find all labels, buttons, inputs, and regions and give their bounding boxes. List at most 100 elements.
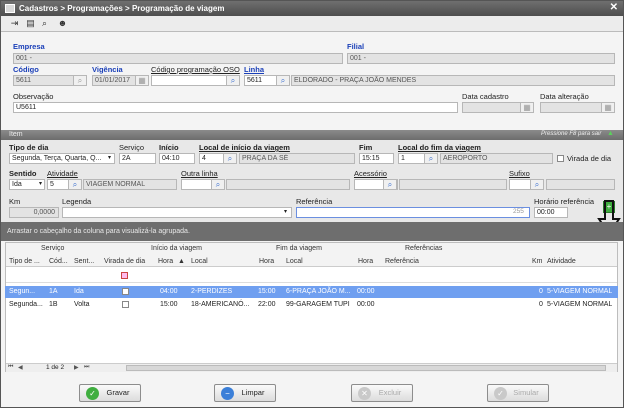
col-codigo[interactable]: Cód... (49, 258, 68, 265)
atividade-label: Atividade (47, 169, 78, 178)
virada-checkbox[interactable] (557, 155, 564, 162)
fim-field[interactable]: 15:15 (359, 153, 394, 164)
sentido-label: Sentido (9, 169, 37, 178)
calendar-icon[interactable]: ▦ (135, 75, 149, 86)
limpar-button[interactable]: − Limpar (214, 384, 276, 402)
local-fim-search-icon[interactable]: ⌕ (424, 153, 438, 164)
col-tipo[interactable]: Tipo de ... (9, 258, 40, 265)
km-field[interactable]: 0,0000 (9, 207, 59, 218)
band-referencias: Referências (405, 245, 443, 252)
linha-search-icon[interactable]: ⌕ (276, 75, 290, 86)
cell-km: 0 (539, 288, 543, 295)
band-fim: Fim da viagem (276, 245, 322, 252)
horario-ref-field[interactable]: 00:00 (534, 207, 568, 218)
col-km[interactable]: Km (532, 258, 543, 265)
check-icon: ✓ (86, 387, 99, 400)
col-sentido[interactable]: Sent... (74, 258, 94, 265)
virada-row-checkbox[interactable] (122, 288, 129, 295)
col-fim-local[interactable]: Local (286, 258, 303, 265)
group-by-panel[interactable]: Arrastar o cabeçalho da coluna para visu… (1, 222, 623, 241)
referencia-field[interactable] (296, 207, 530, 218)
minus-icon: − (221, 387, 234, 400)
title-bar: Cadastros > Programações > Programação d… (1, 1, 623, 16)
local-inicio-label: Local de início da viagem (199, 143, 290, 152)
col-inicio-local[interactable]: Local (191, 258, 208, 265)
horizontal-scrollbar[interactable] (126, 365, 606, 371)
gravar-button[interactable]: ✓ Gravar (79, 384, 141, 402)
legenda-select[interactable] (62, 207, 292, 218)
legenda-label: Legenda (62, 197, 92, 206)
servico-label: Serviço (119, 143, 145, 152)
sufixo-label: Sufixo (509, 169, 530, 178)
prev-page-icon[interactable]: ◀ (18, 364, 23, 371)
program-window: Cadastros > Programações > Programação d… (0, 0, 624, 408)
check-icon: ✓ (494, 387, 507, 400)
data-alt-label: Data alteração (540, 92, 589, 101)
excluir-button[interactable]: ✕ Excluir (351, 384, 413, 402)
col-referencia[interactable]: Referência (385, 258, 419, 265)
local-inicio-search-icon[interactable]: ⌕ (223, 153, 237, 164)
outra-linha-desc (226, 179, 350, 190)
pager-text: 1 de 2 (46, 364, 65, 371)
cell-tipo: Segunda... (9, 301, 43, 308)
cell-inicio-hora: 04:00 (160, 288, 178, 295)
item-bar-hint: Pressione F8 para sair (541, 131, 602, 137)
group-by-hint: Arrastar o cabeçalho da coluna para visu… (7, 228, 190, 235)
chevron-down-icon[interactable]: ▾ (108, 154, 111, 161)
inicio-field[interactable]: 04:10 (159, 153, 195, 164)
outra-linha-label: Outra linha (181, 169, 218, 178)
user-icon[interactable]: ☻ (57, 18, 68, 29)
delete-icon: ✕ (358, 387, 371, 400)
chevron-down-icon[interactable]: ▾ (39, 180, 42, 187)
band-inicio: Início da viagem (151, 245, 202, 252)
tipo-dia-label: Tipo de dia (9, 143, 49, 152)
col-atividade[interactable]: Atividade (547, 258, 576, 265)
linha-label: Linha (244, 65, 264, 74)
outra-linha-search-icon[interactable]: ⌕ (211, 179, 225, 190)
cell-inicio-local: 2-PERDIZES (191, 288, 233, 295)
filter-row[interactable] (6, 269, 617, 283)
cell-ref-hora: 00:00 (357, 288, 375, 295)
empresa-field[interactable]: 001 - (13, 53, 343, 64)
col-inicio-hora[interactable]: Hora (158, 258, 173, 265)
window-title: Cadastros > Programações > Programação d… (19, 4, 225, 13)
col-fim-hora[interactable]: Hora (259, 258, 274, 265)
exit-icon[interactable]: ⇥ (9, 18, 20, 29)
table-row[interactable]: Segunda... 1B Volta 15:00 18-AMERICANÓ..… (5, 299, 618, 311)
cell-ref-hora: 00:00 (357, 301, 375, 308)
next-page-icon[interactable]: ▶ (74, 364, 79, 371)
last-page-icon[interactable]: ⏭ (84, 364, 89, 371)
close-icon[interactable]: ✕ (610, 2, 618, 13)
cell-fim-hora: 15:00 (258, 288, 276, 295)
chevron-down-icon[interactable]: ▾ (284, 208, 287, 215)
cell-codigo: 1A (49, 288, 58, 295)
codigo-search-icon[interactable]: ⌕ (73, 75, 87, 86)
servico-field[interactable]: 2A (119, 153, 156, 164)
filial-field[interactable]: 001 - (347, 53, 615, 64)
cell-fim-local: 6-PRAÇA JOÃO M... (286, 288, 351, 295)
horario-ref-label: Horário referência (534, 197, 595, 206)
search-icon[interactable]: ⌕ (39, 18, 50, 29)
acessorio-label: Acessório (354, 169, 387, 178)
list-icon[interactable]: ▤ (25, 18, 36, 29)
first-page-icon[interactable]: ⏮ (8, 364, 13, 371)
atividade-search-icon[interactable]: ⌕ (68, 179, 82, 190)
cell-km: 0 (539, 301, 543, 308)
col-virada[interactable]: Virada de dia (104, 258, 145, 265)
codigo-label: Código (13, 65, 39, 74)
sufixo-desc (546, 179, 615, 190)
virada-row-checkbox[interactable] (122, 301, 129, 308)
col-ref-hora[interactable]: Hora (358, 258, 373, 265)
obs-field[interactable]: U5611 (13, 102, 458, 113)
sufixo-search-icon[interactable]: ⌕ (530, 179, 544, 190)
cell-atividade: 5-VIAGEM NORMAL (547, 288, 613, 295)
acessorio-search-icon[interactable]: ⌕ (383, 179, 397, 190)
empresa-label: Empresa (13, 42, 45, 51)
codosg-search-icon[interactable]: ⌕ (226, 75, 240, 86)
simular-button[interactable]: ✓ Simular (487, 384, 549, 402)
arrow-up-icon[interactable]: ▲ (607, 130, 614, 137)
table-row[interactable]: Segun... 1A Ida 04:00 2-PERDIZES 15:00 6… (5, 286, 618, 298)
virada-label: Virada de dia (567, 154, 612, 163)
filter-checkbox-icon[interactable] (121, 272, 128, 279)
tipo-dia-select[interactable]: Segunda, Terça, Quarta, Q... (9, 153, 115, 164)
